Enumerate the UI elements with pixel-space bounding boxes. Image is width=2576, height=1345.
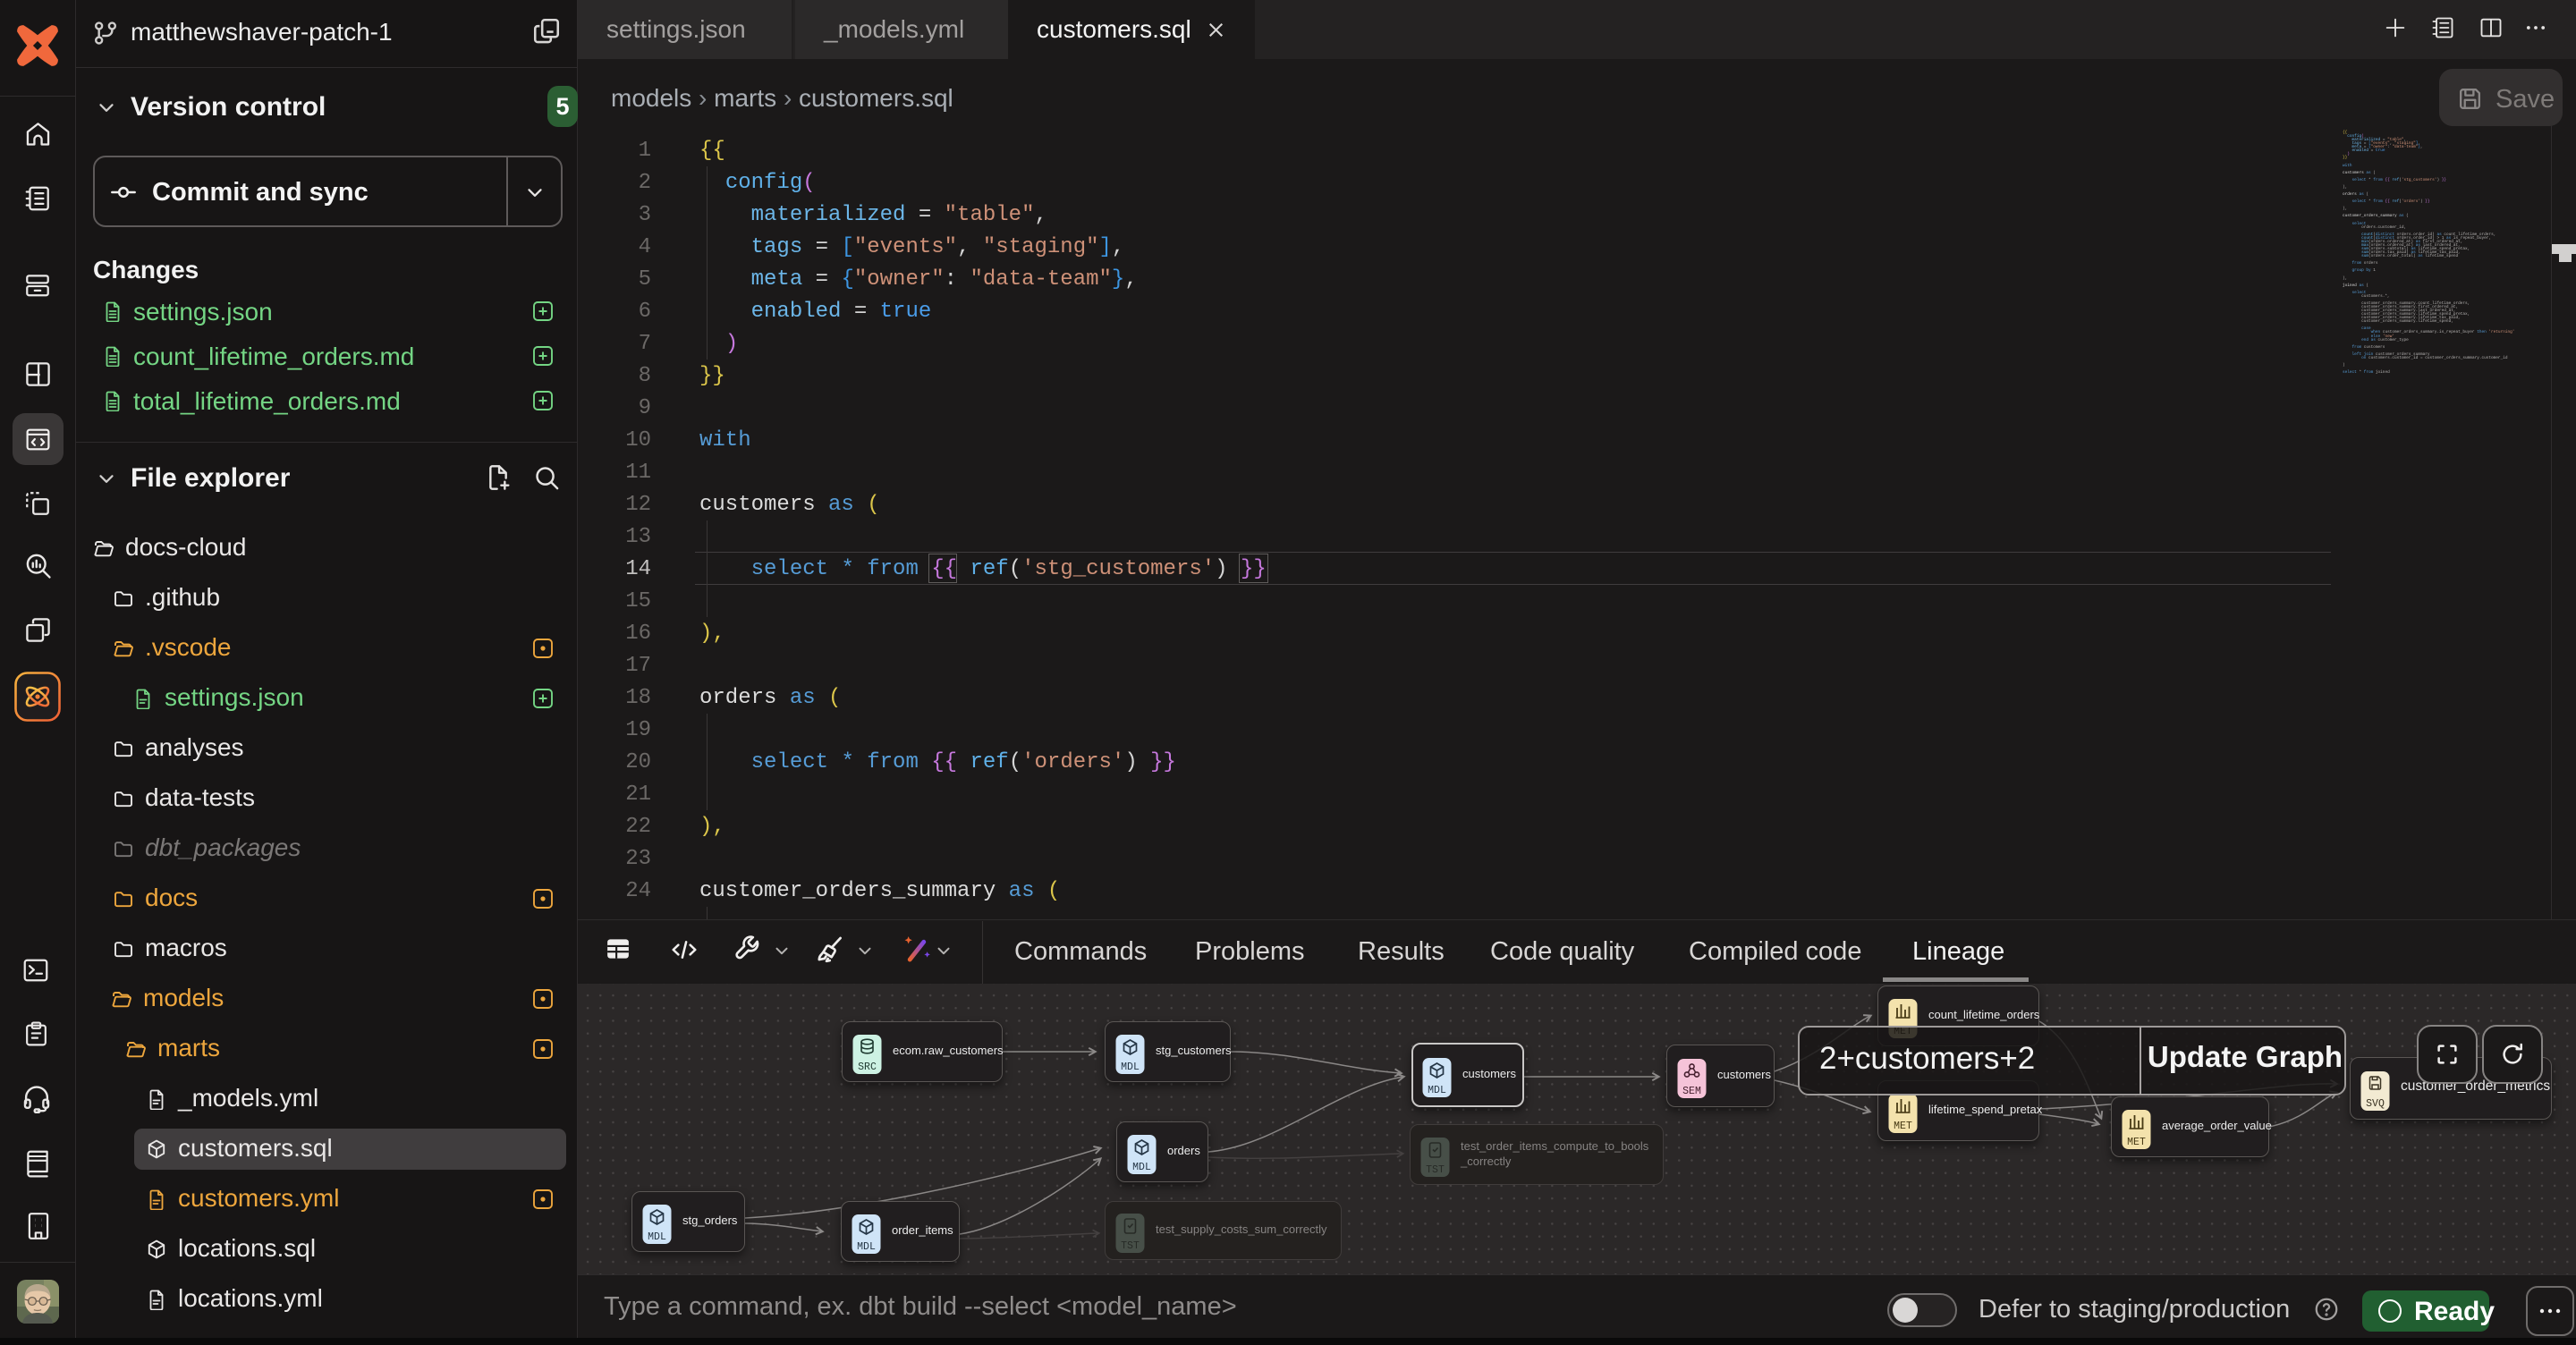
svg-text:SVQ: SVQ: [2366, 1098, 2385, 1110]
svg-text:MDL: MDL: [648, 1231, 666, 1243]
svg-text:MET: MET: [2127, 1137, 2146, 1148]
svg-text:MDL: MDL: [1132, 1162, 1151, 1173]
svg-text:MDL: MDL: [1121, 1062, 1140, 1073]
svg-text:MDL: MDL: [1428, 1085, 1446, 1096]
svg-text:MDL: MDL: [857, 1241, 876, 1253]
svg-text:TST: TST: [1121, 1240, 1140, 1252]
svg-text:TST: TST: [1426, 1164, 1445, 1176]
svg-text:SRC: SRC: [858, 1062, 877, 1073]
svg-text:MET: MET: [1894, 1121, 1912, 1132]
svg-text:SEM: SEM: [1682, 1086, 1701, 1097]
